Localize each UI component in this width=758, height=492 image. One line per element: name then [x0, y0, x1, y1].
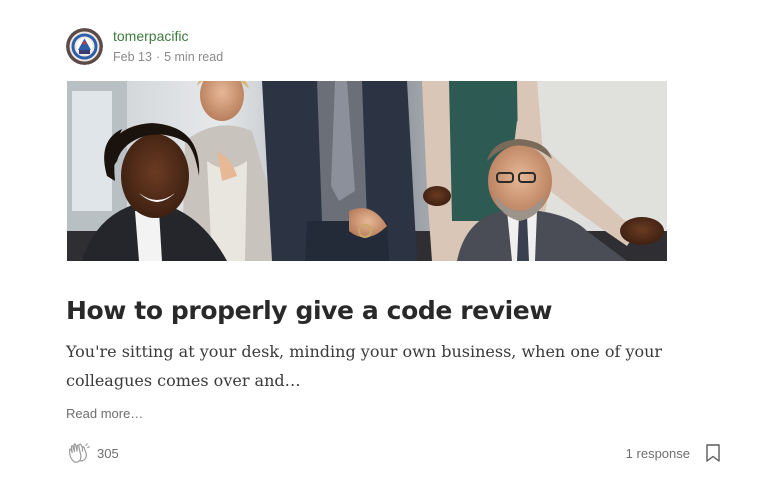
post-meta: Feb 13 · 5 min read: [113, 48, 223, 66]
responses-link[interactable]: 1 response: [626, 446, 690, 461]
read-more-link[interactable]: Read more…: [66, 404, 143, 424]
author-avatar[interactable]: [66, 27, 103, 65]
author-meta: tomerpacific Feb 13 · 5 min read: [113, 27, 223, 66]
post-date: Feb 13: [113, 49, 152, 64]
meta-separator: ·: [155, 49, 161, 64]
office-meeting-photo: [67, 81, 667, 261]
post-title[interactable]: How to properly give a code review: [66, 293, 552, 329]
post-excerpt: You're sitting at your desk, minding you…: [66, 342, 663, 390]
response-area: 1 response: [626, 440, 722, 466]
clap-hands-icon[interactable]: [66, 440, 92, 466]
post-card: tomerpacific Feb 13 · 5 min read How to …: [0, 0, 758, 492]
clap-count: 305: [97, 445, 119, 461]
clap-area: 305: [66, 440, 119, 466]
hero-image[interactable]: [67, 81, 667, 261]
read-time: 5 min read: [164, 49, 224, 64]
bookmark-icon[interactable]: [704, 442, 722, 464]
author-row: tomerpacific Feb 13 · 5 min read: [66, 26, 223, 66]
author-name[interactable]: tomerpacific: [113, 27, 223, 45]
logo-avatar-icon: [66, 27, 103, 65]
